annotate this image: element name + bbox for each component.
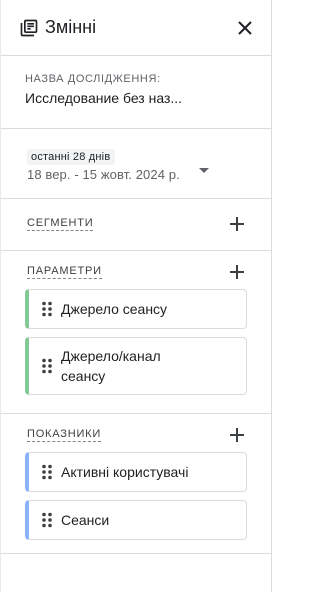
exploration-name-section: НАЗВА ДОСЛІДЖЕННЯ: Исследование без наз.… xyxy=(1,56,271,129)
date-preset-badge: останні 28 днів xyxy=(27,149,116,165)
add-metric-icon[interactable] xyxy=(229,427,245,443)
date-range-text: 18 вер. - 15 жовт. 2024 р. xyxy=(27,167,180,182)
add-dimension-icon[interactable] xyxy=(229,264,245,280)
metric-chip[interactable]: Сеанси xyxy=(25,500,247,540)
panel-header: Змінні xyxy=(1,0,271,56)
add-segment-icon[interactable] xyxy=(229,216,245,232)
exploration-name-field[interactable]: Исследование без наз... xyxy=(25,90,247,106)
dimension-label: Джерело/канал сеансу xyxy=(61,348,161,384)
drag-handle-icon[interactable] xyxy=(42,301,52,317)
metrics-section: ПОКАЗНИКИ Активні користувачі Сеанси xyxy=(1,414,271,554)
drag-handle-icon[interactable] xyxy=(42,464,52,480)
dimensions-title[interactable]: ПАРАМЕТРИ xyxy=(27,265,102,279)
metric-label: Активні користувачі xyxy=(61,464,189,480)
panel-title: Змінні xyxy=(45,17,97,37)
exploration-name-label: НАЗВА ДОСЛІДЖЕННЯ: xyxy=(25,73,161,85)
metrics-title[interactable]: ПОКАЗНИКИ xyxy=(27,428,102,442)
drag-handle-icon[interactable] xyxy=(42,358,52,374)
chevron-down-icon[interactable] xyxy=(199,161,209,173)
dimension-chip[interactable]: Джерело/канал сеансу xyxy=(25,337,247,395)
date-range-picker[interactable]: останні 28 днів 18 вер. - 15 жовт. 2024 … xyxy=(1,129,271,199)
metric-chip[interactable]: Активні користувачі xyxy=(25,452,247,492)
dimensions-section: ПАРАМЕТРИ Джерело сеансу Джерело/канал с… xyxy=(1,251,271,414)
segments-title[interactable]: СЕГМЕНТИ xyxy=(27,217,94,231)
drag-handle-icon[interactable] xyxy=(42,512,52,528)
dimension-label: Джерело сеансу xyxy=(61,301,168,317)
segments-section: СЕГМЕНТИ xyxy=(1,199,271,251)
close-icon[interactable] xyxy=(233,16,257,40)
variables-panel: Змінні НАЗВА ДОСЛІДЖЕННЯ: Исследование б… xyxy=(0,0,272,592)
metric-label: Сеанси xyxy=(61,512,110,528)
library-books-icon xyxy=(19,18,39,38)
dimension-chip[interactable]: Джерело сеансу xyxy=(25,289,247,329)
